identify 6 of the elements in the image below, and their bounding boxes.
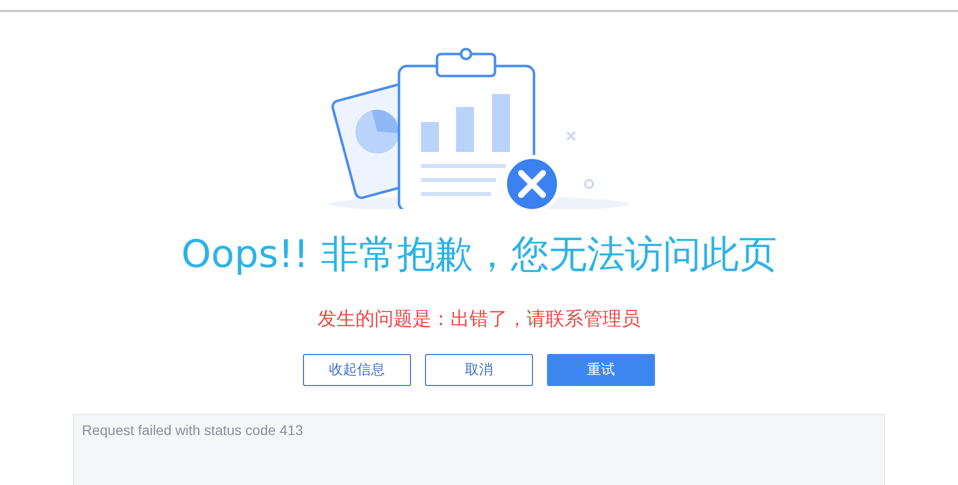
action-button[interactable]: 重试 (547, 354, 655, 386)
error-details-text: Request failed with status code 413 (82, 422, 304, 438)
error-title: Oops!! 非常抱歉，您无法访问此页 (181, 231, 777, 278)
action-button[interactable]: 取消 (425, 354, 533, 386)
action-button[interactable]: 收起信息 (303, 354, 411, 386)
error-message: 发生的问题是：出错了，请联系管理员 (318, 307, 640, 332)
